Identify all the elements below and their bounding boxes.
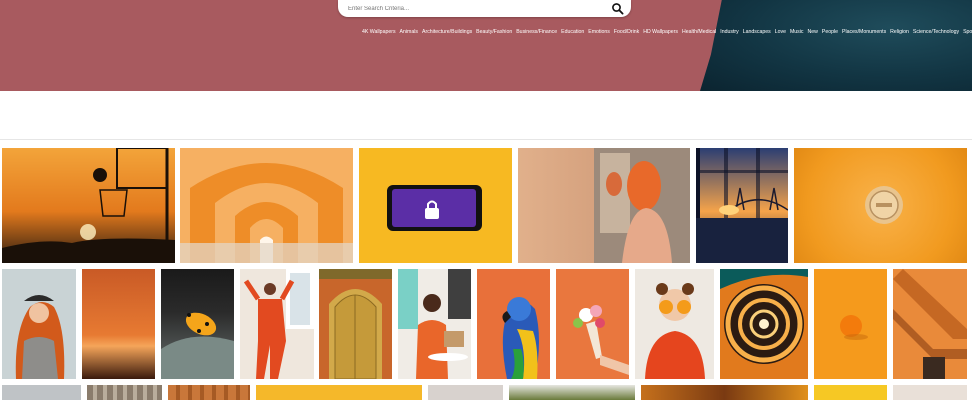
category-link[interactable]: Music bbox=[790, 29, 804, 35]
bottom-tile-photo[interactable] bbox=[893, 385, 967, 400]
category-link[interactable]: Food/Drink bbox=[614, 29, 639, 35]
category-link[interactable]: 4K Wallpapers bbox=[362, 29, 396, 35]
golden-door-photo[interactable] bbox=[319, 269, 392, 379]
category-link[interactable]: Religion bbox=[890, 29, 909, 35]
bottom-tile-photo[interactable] bbox=[87, 385, 162, 400]
category-link[interactable]: Science/Technology bbox=[913, 29, 959, 35]
phone-lock-yellow-photo[interactable] bbox=[359, 148, 512, 263]
search-input[interactable] bbox=[346, 2, 600, 16]
category-link[interactable]: Love bbox=[775, 29, 786, 35]
hero-banner: 4K Wallpapers Animals Architecture/Buildin… bbox=[0, 0, 972, 91]
bottom-tile-photo[interactable] bbox=[641, 385, 808, 400]
category-link[interactable]: Education bbox=[561, 29, 584, 35]
woman-mirror-photo[interactable] bbox=[518, 148, 690, 263]
woman-orange-slices-photo[interactable] bbox=[635, 269, 714, 379]
bottom-tile-photo[interactable] bbox=[2, 385, 81, 400]
flowers-bouquet-photo[interactable] bbox=[556, 269, 629, 379]
category-link[interactable]: Industry bbox=[720, 29, 738, 35]
woman-orange-dress-photo[interactable] bbox=[398, 269, 471, 379]
basketball-sunset-photo[interactable] bbox=[2, 148, 175, 263]
category-link[interactable]: Business/Finance bbox=[516, 29, 557, 35]
orange-stairs-shadow-photo[interactable] bbox=[893, 269, 967, 379]
bottom-tile-photo[interactable] bbox=[509, 385, 635, 400]
category-link[interactable]: Places/Monuments bbox=[842, 29, 886, 35]
bottom-tile-photo[interactable] bbox=[428, 385, 503, 400]
category-link[interactable]: Emotions bbox=[588, 29, 610, 35]
category-link[interactable]: HD Wallpapers bbox=[643, 29, 678, 35]
category-links: 4K Wallpapers Animals Architecture/Buildin… bbox=[360, 28, 972, 37]
parrot-photo[interactable] bbox=[477, 269, 550, 379]
orange-sea-sunset-photo[interactable] bbox=[82, 269, 155, 379]
bottom-tile-photo[interactable] bbox=[814, 385, 887, 400]
orange-wall-ornament-photo[interactable] bbox=[794, 148, 967, 263]
category-link[interactable]: Health/Medical bbox=[682, 29, 716, 35]
search-bar bbox=[338, 0, 631, 17]
category-link[interactable]: Landscapes bbox=[743, 29, 771, 35]
category-link[interactable]: New bbox=[808, 29, 818, 35]
hero-dark-fabric bbox=[700, 0, 972, 91]
orange-frog-photo[interactable] bbox=[161, 269, 234, 379]
search-icon[interactable] bbox=[611, 2, 625, 15]
woman-orange-suit-photo[interactable] bbox=[240, 269, 314, 379]
category-link[interactable]: People bbox=[822, 29, 838, 35]
golden-gate-sunset-photo[interactable] bbox=[696, 148, 788, 263]
bottom-tile-photo[interactable] bbox=[168, 385, 250, 400]
bottom-tile-photo[interactable] bbox=[256, 385, 422, 400]
category-link[interactable]: Architecture/Buildings bbox=[422, 29, 472, 35]
divider bbox=[0, 139, 972, 140]
redhead-woman-photo[interactable] bbox=[2, 269, 76, 379]
orange-arches-corridor-photo[interactable] bbox=[180, 148, 353, 263]
spiral-staircase-photo[interactable] bbox=[720, 269, 808, 379]
category-link[interactable]: Animals bbox=[400, 29, 418, 35]
category-link[interactable]: Beauty/Fashion bbox=[476, 29, 512, 35]
category-link[interactable]: Sports bbox=[963, 29, 972, 35]
orange-on-orange-photo[interactable] bbox=[814, 269, 887, 379]
